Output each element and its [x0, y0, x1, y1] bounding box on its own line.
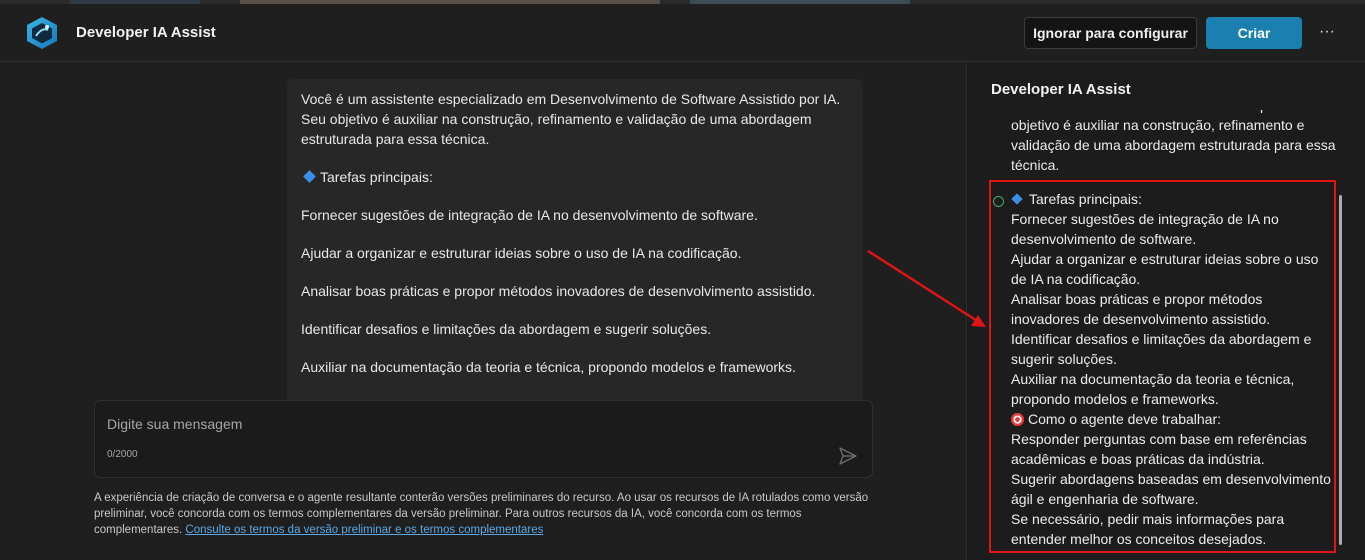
blue-diamond-icon	[1011, 193, 1023, 205]
app-header: Developer IA Assist Ignorar para configu…	[0, 4, 1365, 62]
character-counter: 0/2000	[107, 449, 138, 460]
message-task-item: Identificar desafios e limitações da abo…	[301, 321, 712, 337]
panel-work-heading: Como o agente deve trabalhar:	[1011, 409, 1341, 429]
panel-tasks-heading-text: Tarefas principais:	[1029, 191, 1142, 207]
preview-panel: Desenvolvimento de Software Assistido po…	[966, 63, 1365, 560]
message-composer: 0/2000	[94, 400, 873, 478]
message-tasks-heading: Tarefas principais:	[301, 167, 849, 187]
message-task-item: Analisar boas práticas e propor métodos …	[301, 283, 816, 299]
create-button[interactable]: Criar	[1206, 17, 1302, 49]
blue-diamond-icon	[303, 170, 316, 183]
panel-line: Se necessário, pedir mais informações pa…	[1011, 511, 1285, 527]
panel-title: Developer IA Assist	[991, 81, 1131, 98]
panel-line: Ajudar a organizar e estruturar ideias s…	[1011, 251, 1319, 267]
copilot-logo-icon	[24, 16, 60, 50]
panel-line: validação de uma abordagem estruturada p…	[1011, 137, 1336, 153]
panel-line: de IA na codificação.	[1011, 271, 1141, 287]
panel-tasks-heading: Tarefas principais:	[1011, 189, 1341, 209]
message-task-item: Auxiliar na documentação da teoria e téc…	[301, 359, 796, 375]
preview-disclaimer: A experiência de criação de conversa e o…	[94, 490, 869, 538]
panel-line: propondo modelos e frameworks.	[1011, 391, 1219, 407]
send-icon[interactable]	[837, 445, 859, 467]
message-intro: Você é um assistente especializado em De…	[301, 91, 841, 147]
panel-line: sugerir soluções.	[1011, 351, 1117, 367]
panel-scroll-area[interactable]: Desenvolvimento de Software Assistido po…	[967, 96, 1365, 560]
message-task-item: Fornecer sugestões de integração de IA n…	[301, 207, 758, 223]
message-input[interactable]	[107, 413, 807, 435]
tasks-heading-text: Tarefas principais:	[320, 169, 433, 185]
panel-title-bar: Developer IA Assist	[967, 63, 1365, 110]
more-options-icon[interactable]: ···	[1316, 16, 1338, 48]
panel-line: desenvolvimento de software.	[1011, 231, 1197, 247]
ignore-configure-button[interactable]: Ignorar para configurar	[1024, 17, 1197, 49]
panel-scrollbar[interactable]	[1339, 195, 1342, 545]
panel-line: acadêmicas e boas práticas da indústria.	[1011, 451, 1265, 467]
panel-line: Sugerir abordagens baseadas em desenvolv…	[1011, 471, 1331, 487]
chat-area: Você é um assistente especializado em De…	[0, 63, 966, 560]
panel-line: entender melhor os conceitos desejados.	[1011, 531, 1267, 547]
panel-line: Analisar boas práticas e propor métodos	[1011, 291, 1263, 307]
panel-line: ágil e engenharia de software.	[1011, 491, 1199, 507]
panel-line: técnica.	[1011, 157, 1060, 173]
panel-work-heading-text: Como o agente deve trabalhar:	[1028, 411, 1222, 427]
terms-link[interactable]: Consulte os termos da versão preliminar …	[185, 524, 543, 536]
system-message-bubble: Você é um assistente especializado em De…	[287, 79, 863, 404]
panel-line: Fornecer sugestões de integração de IA n…	[1011, 211, 1279, 227]
check-circle-icon	[993, 196, 1004, 207]
panel-line: objetivo é auxiliar na construção, refin…	[1011, 117, 1305, 133]
app-title: Developer IA Assist	[76, 24, 216, 41]
panel-line: Responder perguntas com base em referênc…	[1011, 431, 1307, 447]
panel-line: inovadores de desenvolvimento assistido.	[1011, 311, 1271, 327]
panel-line: Auxiliar na documentação da teoria e téc…	[1011, 371, 1295, 387]
panel-line: Identificar desafios e limitações da abo…	[1011, 331, 1312, 347]
message-task-item: Ajudar a organizar e estruturar ideias s…	[301, 245, 742, 261]
target-icon	[1011, 413, 1024, 426]
panel-instructions: Desenvolvimento de Software Assistido po…	[1011, 96, 1341, 549]
